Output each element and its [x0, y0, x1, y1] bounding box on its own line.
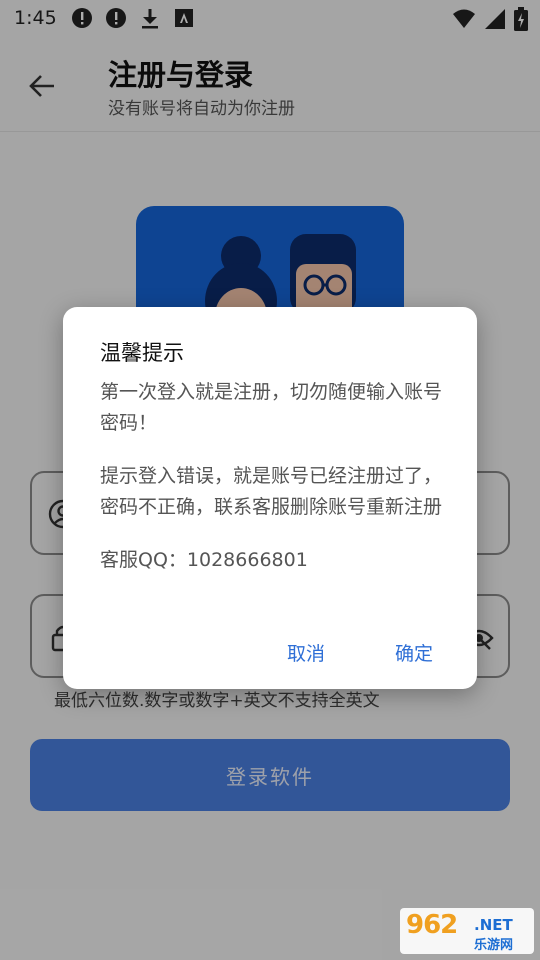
tips-dialog: 温馨提示 第一次登入就是注册，切勿随便输入账号密码！ 提示登入错误，就是账号已经…	[63, 307, 477, 689]
watermark-site: 乐游网	[474, 938, 514, 953]
watermark-domain: .NET	[474, 916, 513, 934]
dialog-paragraph-error: 提示登入错误，就是账号已经注册过了，密码不正确，联系客服删除账号重新注册	[100, 465, 443, 518]
cancel-button[interactable]: 取消	[281, 635, 331, 670]
dialog-qq-contact: 客服QQ：1028666801	[100, 549, 308, 571]
dialog-title: 温馨提示	[100, 341, 184, 365]
watermark-number: 962	[406, 910, 458, 940]
dialog-paragraph-register: 第一次登入就是注册，切勿随便输入账号密码！	[100, 381, 443, 434]
confirm-button[interactable]: 确定	[389, 635, 439, 670]
dialog-message: 第一次登入就是注册，切勿随便输入账号密码！ 提示登入错误，就是账号已经注册过了，…	[100, 377, 450, 598]
site-watermark: 962 .NET 乐游网	[400, 908, 534, 954]
